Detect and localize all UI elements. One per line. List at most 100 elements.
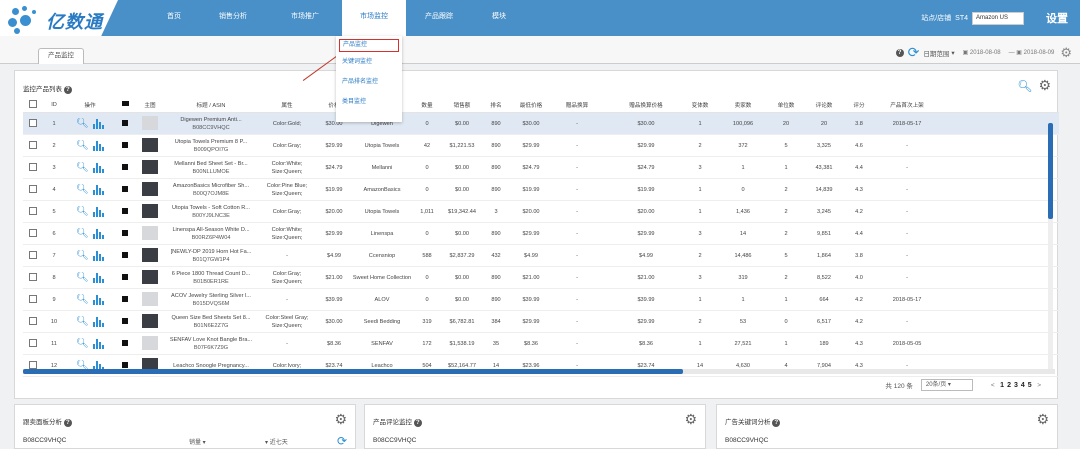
column-header[interactable]: 赠品换算价格 [611,101,681,109]
search-icon[interactable]: 🔍︎ [76,316,89,327]
menu-item-keyword-monitor[interactable]: 关键词监控 [336,52,402,72]
gear-icon[interactable]: ⚙ [684,411,697,428]
column-header[interactable]: 评分 [843,101,875,109]
nav-product-tracking[interactable]: 产品跟踪 [406,0,472,36]
chart-icon[interactable] [92,272,104,283]
help-icon[interactable]: ? [63,419,72,427]
chart-icon[interactable] [92,206,104,217]
search-icon[interactable]: 🔍︎ [76,250,89,261]
chart-icon[interactable] [92,162,104,173]
chart-icon[interactable] [92,118,104,129]
row-checkbox[interactable] [23,206,43,217]
gear-icon[interactable]: ⚙ [1036,411,1049,428]
table-row[interactable]: 9 🔍︎ ACOV Jewelry Sterling Silver l... B015… [23,289,1059,311]
search-icon[interactable]: 🔍︎ [76,294,89,305]
column-header[interactable]: 赠品换算 [553,101,601,109]
page-3[interactable]: 3 [1014,382,1018,389]
column-header[interactable]: 产品首次上架 [875,101,939,109]
help-icon[interactable]: ? [895,48,904,57]
nav-home[interactable]: 首页 [150,0,198,36]
per-page-select[interactable]: 20条/页 ▾ [920,379,973,391]
table-row[interactable]: 6 🔍︎ Linenspa All-Season White D... B00RZ6P… [23,223,1059,245]
select-all-checkbox[interactable] [23,99,43,110]
product-title-text[interactable]: Utopia Towels Premium 8 P... [165,138,257,146]
row-checkbox[interactable] [23,272,43,283]
chart-icon[interactable] [92,316,104,327]
chart-icon[interactable] [92,250,104,261]
nav-sales-analysis[interactable]: 销售分析 [198,0,268,36]
table-row[interactable]: 3 🔍︎ Mellanni Bed Sheet Set - Br... B00NLLU… [23,157,1059,179]
site-select[interactable]: Amazon US [972,11,1024,25]
product-title-text[interactable]: Digewen Premium Anti... [165,116,257,124]
search-icon[interactable]: 🔍︎ [76,162,89,173]
table-row[interactable]: 5 🔍︎ Utopia Towels - Soft Cotton R... B00YJ… [23,201,1059,223]
search-icon[interactable]: 🔍︎ [76,118,89,129]
menu-item-product-monitor[interactable]: 产品监控 [339,39,399,52]
page-5[interactable]: 5 [1028,382,1032,389]
menu-item-rank-monitor[interactable]: 产品排名监控 [336,72,402,92]
help-icon[interactable]: ? [413,419,422,427]
product-title-text[interactable]: AmazonBasics Microfiber Sh... [165,182,257,190]
page-2[interactable]: 2 [1007,382,1011,389]
table-row[interactable]: 8 🔍︎ 6 Piece 1800 Thread Count D... B01B0ER… [23,267,1059,289]
product-title-text[interactable]: Mellanni Bed Sheet Set - Br... [165,160,257,168]
settings-link[interactable]: 设置 [1046,10,1068,26]
gear-icon[interactable]: ⚙ [334,411,347,428]
row-checkbox[interactable] [23,184,43,195]
table-row[interactable]: 1 🔍︎ Digewen Premium Anti... B08CC9VHQC Colo… [23,113,1059,135]
nav-modules[interactable]: 模块 [472,0,526,36]
column-header[interactable]: 数量 [413,101,441,109]
horizontal-scrollbar[interactable] [23,369,1055,374]
row-checkbox[interactable] [23,118,43,129]
row-checkbox[interactable] [23,338,43,349]
table-row[interactable]: 2 🔍︎ Utopia Towels Premium 8 P... B009QPOI7… [23,135,1059,157]
search-icon[interactable]: 🔍︎ [76,184,89,195]
row-checkbox[interactable] [23,250,43,261]
row-checkbox[interactable] [23,294,43,305]
prev-page-button[interactable]: < [991,382,995,389]
column-header[interactable]: 卖家数 [719,101,767,109]
vertical-scrollbar[interactable] [1048,123,1053,369]
product-title-text[interactable]: ACOV Jewelry Sterling Silver l... [165,292,257,300]
gear-icon[interactable]: ⚙ [1060,45,1072,61]
product-title-text[interactable]: Utopia Towels - Soft Cotton R... [165,204,257,212]
table-row[interactable]: 7 🔍︎ [NEWLY-DP 2019 Horn Hot Fa... B01Q7GW1… [23,245,1059,267]
chart-icon[interactable] [92,338,104,349]
column-header[interactable]: 单位数 [767,101,805,109]
date-range-label[interactable]: 日期范围 [923,48,949,58]
row-checkbox[interactable] [23,162,43,173]
date-end[interactable]: — ▣ 2018-08-09 [1009,49,1055,56]
metric-select[interactable]: 销量 ▾ [189,437,206,446]
search-icon[interactable]: 🔍︎ [76,140,89,151]
chart-icon[interactable] [92,184,104,195]
row-checkbox[interactable] [23,140,43,151]
period-select[interactable]: ▾ 近七天 [265,437,288,446]
search-icon[interactable]: 🔍︎ [76,228,89,239]
chart-icon[interactable] [92,228,104,239]
menu-item-category-monitor[interactable]: 类目监控 [336,92,402,112]
row-checkbox[interactable] [23,228,43,239]
column-header[interactable]: 最低价格 [509,101,553,109]
page-4[interactable]: 4 [1021,382,1025,389]
product-title-text[interactable]: SENFAV Love Knot Bangle Bra... [165,336,257,344]
search-icon[interactable]: 🔍︎ [76,338,89,349]
help-icon[interactable]: ? [63,86,72,94]
column-header[interactable]: 变体数 [681,101,719,109]
help-icon[interactable]: ? [772,419,781,427]
column-header[interactable]: 排名 [483,101,509,109]
product-title-text[interactable]: 6 Piece 1800 Thread Count D... [165,270,257,278]
search-icon[interactable]: 🔍︎ [1017,79,1032,93]
page-1[interactable]: 1 [1000,382,1004,389]
tab-product-monitor[interactable]: 产品监控 [38,48,84,64]
date-start[interactable]: ▣ 2018-08-08 [963,49,1001,56]
table-row[interactable]: 11 🔍︎ SENFAV Love Knot Bangle Bra... B07F6K… [23,333,1059,355]
product-title-text[interactable]: Linenspa All-Season White D... [165,226,257,234]
column-header[interactable]: 评论数 [805,101,843,109]
refresh-icon[interactable]: ⟳ [908,44,920,61]
refresh-icon[interactable]: ⟳ [337,434,347,448]
row-checkbox[interactable] [23,316,43,327]
next-page-button[interactable]: > [1037,382,1041,389]
chart-icon[interactable] [92,294,104,305]
table-row[interactable]: 10 🔍︎ Queen Size Bed Sheets Set 8... B01N6E… [23,311,1059,333]
product-title-text[interactable]: [NEWLY-DP 2019 Horn Hot Fa... [165,248,257,256]
